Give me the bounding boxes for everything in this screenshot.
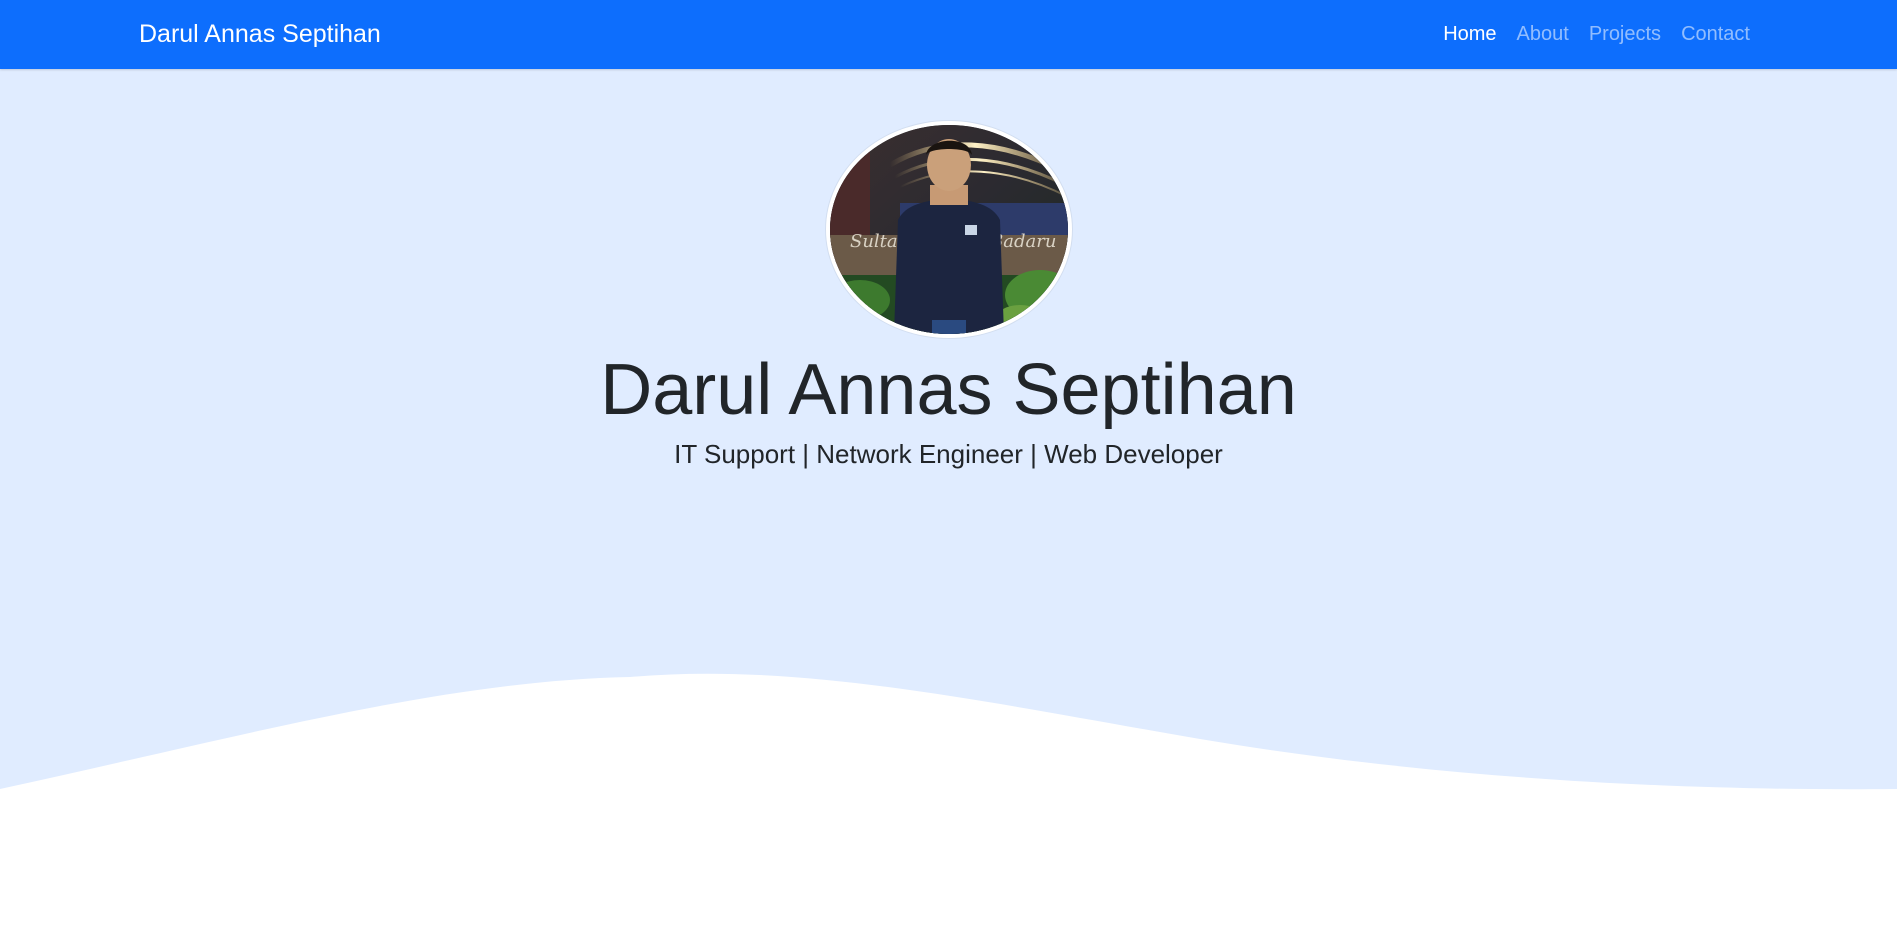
nav-link-about[interactable]: About bbox=[1517, 23, 1569, 45]
hero-tagline: IT Support | Network Engineer | Web Deve… bbox=[674, 439, 1223, 469]
nav-item-projects: Projects bbox=[1589, 23, 1661, 46]
nav-link-home[interactable]: Home bbox=[1443, 23, 1496, 45]
hero-name: Darul Annas Septihan bbox=[600, 350, 1297, 430]
nav-item-home: Home bbox=[1443, 23, 1496, 46]
navbar: Darul Annas Septihan Home About Projects… bbox=[0, 0, 1897, 69]
nav-item-contact: Contact bbox=[1681, 23, 1750, 46]
navbar-brand[interactable]: Darul Annas Septihan bbox=[139, 0, 381, 69]
nav-menu: Home About Projects Contact bbox=[1443, 0, 1750, 69]
profile-photo-icon: Sulta Badaru bbox=[830, 125, 1068, 334]
hero-section: Sulta Badaru Darul Annas Septihan IT Sup… bbox=[0, 69, 1897, 929]
avatar: Sulta Badaru bbox=[826, 121, 1072, 338]
nav-item-about: About bbox=[1517, 23, 1569, 46]
svg-text:Sulta: Sulta bbox=[850, 231, 898, 252]
nav-link-projects[interactable]: Projects bbox=[1589, 23, 1661, 45]
nav-link-contact[interactable]: Contact bbox=[1681, 23, 1750, 45]
